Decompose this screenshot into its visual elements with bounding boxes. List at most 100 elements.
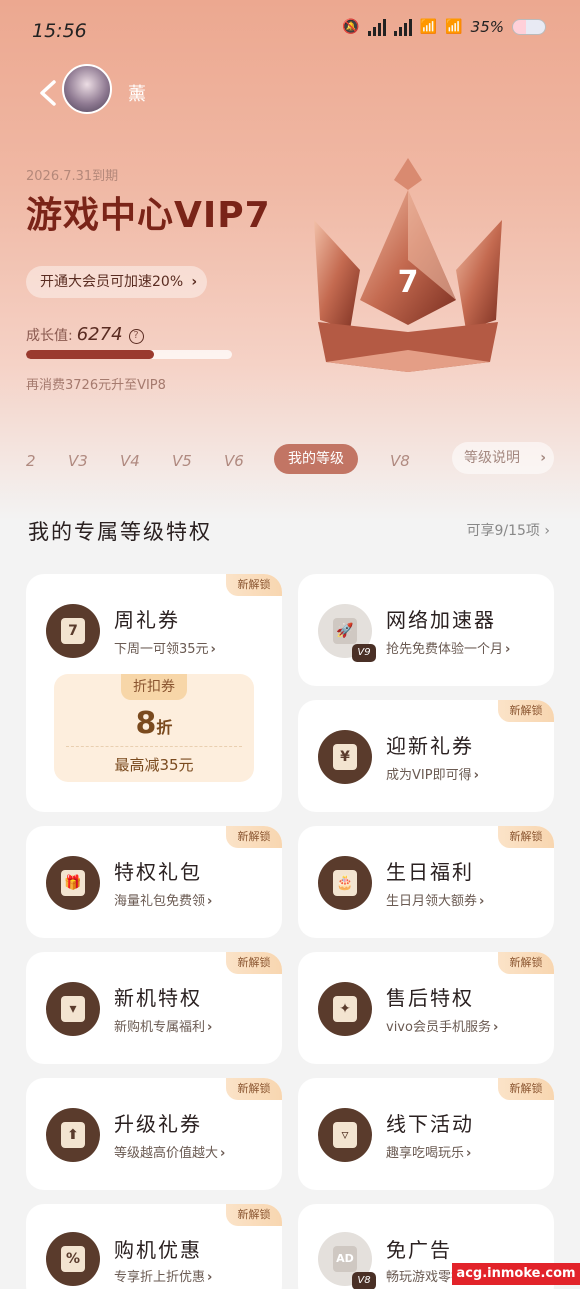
card-subtitle: 新购机专属福利 › <box>114 1020 213 1035</box>
card-title: 升级礼券 <box>114 1112 202 1136</box>
rocket-icon: 🚀 V9 <box>318 604 376 662</box>
upgrade-hint: 再消费3726元升至VIP8 <box>26 378 166 393</box>
battery-percent: 35% <box>470 18 504 36</box>
vip-crown-icon: 7 <box>314 158 502 372</box>
growth-label: 成长值: <box>26 328 73 344</box>
card-title: 免广告 <box>386 1238 452 1262</box>
level-tag: V9 <box>352 644 376 662</box>
privilege-card-accelerator[interactable]: 🚀 V9 网络加速器 抢先免费体验一个月 › <box>298 574 554 686</box>
wrench-icon: ✦ <box>318 982 372 1036</box>
card-subtitle: 成为VIP即可得 › <box>386 768 479 783</box>
privilege-card-weekly-coupon[interactable]: 新解锁 7 周礼券 下周一可领35元 › 折扣券 8折 最高减35元 <box>26 574 282 812</box>
upgrade-icon: ⬆ <box>46 1108 100 1162</box>
card-subtitle: 下周一可领35元 › <box>114 642 216 657</box>
level-explain-label: 等级说明 <box>464 450 520 466</box>
card-subtitle: 趣享吃喝玩乐 › <box>386 1146 472 1161</box>
card-title: 售后特权 <box>386 986 474 1010</box>
level-explain-button[interactable]: 等级说明 › <box>452 442 554 474</box>
mute-bell-icon: 🔕 <box>342 19 360 35</box>
discount-coupon[interactable]: 折扣券 8折 最高减35元 <box>54 674 254 782</box>
card-subtitle: 等级越高价值越大 › <box>114 1146 226 1161</box>
status-icons: 🔕 📶 📶 35% <box>342 18 546 36</box>
new-unlock-badge: 新解锁 <box>226 1078 282 1100</box>
privilege-card-new-device[interactable]: 新解锁 ▾ 新机特权 新购机专属福利 › <box>26 952 282 1064</box>
level-tag: V8 <box>352 1272 376 1289</box>
ad-free-icon: AD V8 <box>318 1232 376 1289</box>
card-title: 生日福利 <box>386 860 474 884</box>
level-item[interactable]: V6 <box>224 452 244 470</box>
card-subtitle: 海量礼包免费领 › <box>114 894 213 909</box>
watermark: acg.inmoke.com <box>452 1263 580 1285</box>
level-item[interactable]: V5 <box>172 452 192 470</box>
card-subtitle: 生日月领大额券 › <box>386 894 485 909</box>
card-subtitle: 抢先免费体验一个月 › <box>386 642 511 657</box>
level-item-next[interactable]: V8 <box>390 452 410 470</box>
battery-icon <box>512 19 546 35</box>
card-title: 网络加速器 <box>386 608 496 632</box>
gift-box-icon: 🎁 <box>46 856 100 910</box>
privilege-card-after-sales[interactable]: 新解锁 ✦ 售后特权 vivo会员手机服务 › <box>298 952 554 1064</box>
avatar[interactable] <box>62 64 112 114</box>
new-unlock-badge: 新解锁 <box>226 574 282 596</box>
privilege-card-welcome-coupon[interactable]: 新解锁 ¥ 迎新礼券 成为VIP即可得 › <box>298 700 554 812</box>
birthday-cake-icon: 🎂 <box>318 856 372 910</box>
status-time: 15:56 <box>32 20 87 42</box>
chevron-right-icon: › <box>191 274 198 290</box>
coupon-tag: 折扣券 <box>121 674 187 700</box>
crown-level: 7 <box>398 265 419 300</box>
new-unlock-badge: 新解锁 <box>226 1204 282 1226</box>
store-icon: ▿ <box>318 1108 372 1162</box>
growth-value: 6274 <box>76 324 123 345</box>
privilege-card-upgrade-coupon[interactable]: 新解锁 ⬆ 升级礼券 等级越高价值越大 › <box>26 1078 282 1190</box>
card-title: 购机优惠 <box>114 1238 202 1262</box>
growth-progress-fill <box>26 350 154 359</box>
new-unlock-badge: 新解锁 <box>498 826 554 848</box>
discount-icon: % <box>46 1232 100 1286</box>
speed-up-button[interactable]: 开通大会员可加速20% › <box>26 266 208 298</box>
privilege-card-birthday[interactable]: 新解锁 🎂 生日福利 生日月领大额券 › <box>298 826 554 938</box>
vip-title: 游戏中心VIP7 <box>26 195 271 236</box>
growth-progress-bar <box>26 350 232 359</box>
help-icon[interactable]: ? <box>128 329 144 344</box>
privilege-card-purchase-discount[interactable]: 新解锁 % 购机优惠 专享折上折优惠 › <box>26 1204 282 1289</box>
coupon-value: 8折 <box>135 706 173 741</box>
privilege-card-offline-event[interactable]: 新解锁 ▿ 线下活动 趣享吃喝玩乐 › <box>298 1078 554 1190</box>
username: 薰 <box>128 84 146 105</box>
status-bar: 15:56 🔕 📶 📶 35% <box>0 0 580 62</box>
yen-ticket-icon: ¥ <box>318 730 372 784</box>
card-title: 特权礼包 <box>114 860 202 884</box>
growth-row: 成长值: 6274? <box>26 324 144 345</box>
coupon-divider <box>66 746 242 747</box>
coupon-max: 最高减35元 <box>114 756 194 774</box>
card-title: 迎新礼券 <box>386 734 474 758</box>
section-title: 我的专属等级特权 <box>28 520 212 544</box>
privilege-card-gift-pack[interactable]: 新解锁 🎁 特权礼包 海量礼包免费领 › <box>26 826 282 938</box>
card-title: 新机特权 <box>114 986 202 1010</box>
chevron-right-icon: › <box>544 523 550 539</box>
back-arrow-icon[interactable] <box>36 78 62 108</box>
new-unlock-badge: 新解锁 <box>226 952 282 974</box>
phone-icon: ▾ <box>46 982 100 1036</box>
ticket-icon: 7 <box>46 604 100 658</box>
new-unlock-badge: 新解锁 <box>226 826 282 848</box>
vip-expiry: 2026.7.31到期 <box>26 169 119 184</box>
signal-5g-icon-2 <box>393 18 412 36</box>
level-item[interactable]: 2 <box>26 452 36 470</box>
section-count: 可享9/15项 <box>466 523 540 539</box>
signal-5g-icon <box>367 18 386 36</box>
card-subtitle: vivo会员手机服务 › <box>386 1020 499 1035</box>
wifi-icon: 📶 <box>419 19 438 35</box>
level-selector: 2 V3 V4 V5 V6 我的等级 V8 等级说明 › <box>0 440 580 480</box>
level-item[interactable]: V3 <box>68 452 88 470</box>
new-unlock-badge: 新解锁 <box>498 1078 554 1100</box>
chevron-right-icon: › <box>540 450 546 466</box>
current-level-pill[interactable]: 我的等级 <box>274 444 358 474</box>
card-title: 线下活动 <box>386 1112 474 1136</box>
card-title: 周礼券 <box>114 608 180 632</box>
section-count-link[interactable]: 可享9/15项 › <box>466 520 550 540</box>
new-unlock-badge: 新解锁 <box>498 700 554 722</box>
wifi-icon-2: 📶 <box>445 19 463 35</box>
new-unlock-badge: 新解锁 <box>498 952 554 974</box>
level-item[interactable]: V4 <box>120 452 140 470</box>
card-subtitle: 专享折上折优惠 › <box>114 1270 213 1285</box>
